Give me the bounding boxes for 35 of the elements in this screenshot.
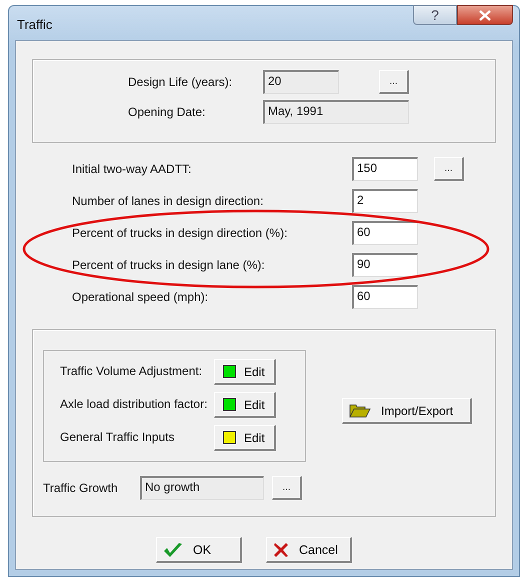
- browse-button[interactable]: ...: [272, 476, 302, 500]
- field-label: Percent of trucks in design direction (%):: [72, 225, 288, 242]
- field-label: Initial two-way AADTT:: [72, 161, 192, 178]
- close-button[interactable]: [457, 5, 513, 25]
- ok-button[interactable]: OK: [156, 537, 242, 563]
- field-label: Design Life (years):: [128, 74, 234, 91]
- checkmark-icon: [163, 542, 183, 558]
- browse-button[interactable]: ...: [379, 70, 409, 94]
- edit-button[interactable]: Edit: [214, 392, 276, 418]
- field-label: Percent of trucks in design lane (%):: [72, 257, 265, 274]
- field-label: Traffic Growth: [43, 481, 119, 495]
- input-field[interactable]: 150: [352, 157, 418, 181]
- window-title: Traffic: [17, 17, 54, 32]
- input-field[interactable]: May, 1991: [263, 100, 409, 124]
- adjustment-label: Axle load distribution factor:: [60, 396, 208, 413]
- edit-button[interactable]: Edit: [214, 359, 276, 385]
- input-field[interactable]: No growth: [140, 476, 264, 500]
- input-field[interactable]: 2: [352, 189, 418, 213]
- edit-button[interactable]: Edit: [214, 425, 276, 451]
- close-icon: [479, 10, 491, 20]
- input-field[interactable]: 20: [263, 70, 339, 94]
- import-export-button[interactable]: Import/Export: [342, 398, 472, 424]
- browse-button[interactable]: ...: [434, 157, 464, 181]
- help-button[interactable]: ?: [413, 5, 457, 25]
- input-field[interactable]: 60: [352, 221, 418, 245]
- folder-icon: [349, 403, 371, 418]
- input-field[interactable]: 90: [352, 253, 418, 277]
- field-label: Operational speed (mph):: [72, 289, 208, 306]
- input-field[interactable]: 60: [352, 285, 418, 309]
- x-icon: [273, 542, 289, 558]
- field-label: Opening Date:: [128, 104, 206, 121]
- field-label: Number of lanes in design direction:: [72, 193, 264, 210]
- adjustment-label: Traffic Volume Adjustment:: [60, 363, 204, 380]
- adjustment-label: General Traffic Inputs: [60, 429, 176, 446]
- cancel-button[interactable]: Cancel: [266, 537, 352, 563]
